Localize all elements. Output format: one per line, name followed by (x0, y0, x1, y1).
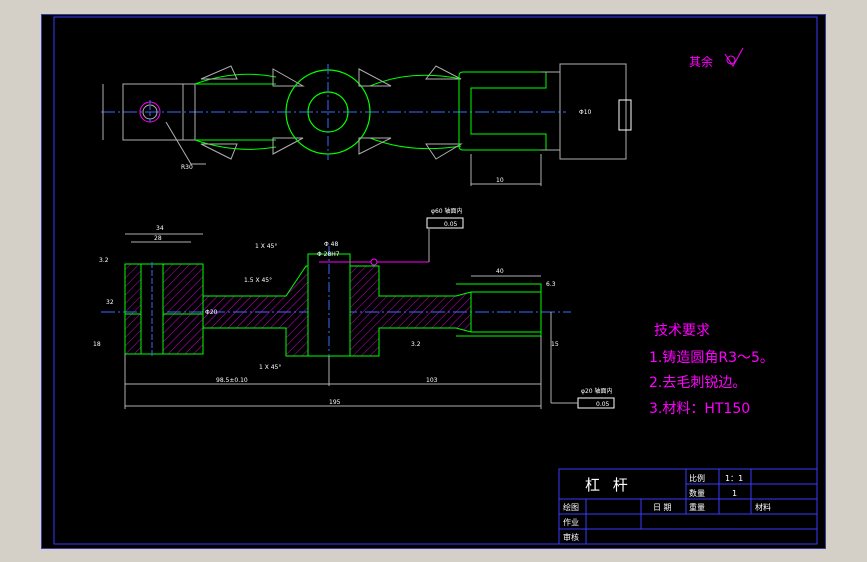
tb-date-label: 日 期 (653, 503, 672, 512)
tb-drawn-label: 绘图 (563, 502, 579, 512)
top-dim-bottom-text: 10 (496, 177, 504, 184)
front-left-block-top (124, 263, 204, 315)
diameter-1-text: Φ 48 (324, 241, 338, 248)
dim-right-text: 40 (496, 268, 504, 275)
roughness-1-text: 3.2 (99, 257, 109, 264)
top-leader-text: R30 (181, 164, 193, 171)
top-view: 10 Φ10 R30 (101, 63, 632, 186)
drawing-sheet: 10 Φ10 R30 其余 34 28 1 X 45° 1.5 X 45° 1 … (41, 14, 826, 549)
tb-material-label: 材料 (755, 502, 771, 512)
top-leader (165, 121, 192, 165)
tech-item-2: 2.去毛刺锐边。 (649, 375, 747, 391)
tol-box-top-text: 0.05 (444, 221, 458, 228)
top-rib-3 (272, 68, 305, 87)
tb-qty-label: 数量 (689, 488, 705, 498)
tb-scale-value: 1：1 (725, 474, 743, 483)
side-right-text: 15 (551, 341, 559, 348)
top-right-label-box (618, 99, 632, 131)
diameter-2-text: Φ 28H7 (317, 251, 340, 258)
len-1-text: 98.5±0.10 (216, 377, 248, 384)
side-left-text: 18 (93, 341, 101, 348)
front-dim-34-text: 34 (156, 225, 164, 232)
drawing-viewport: 10 Φ10 R30 其余 34 28 1 X 45° 1.5 X 45° 1 … (0, 0, 867, 562)
chamfer-2-text: 1.5 X 45° (244, 277, 272, 284)
roughness-2-text: 6.3 (546, 281, 556, 288)
front-left-hole (140, 263, 164, 355)
tb-check-label: 审核 (563, 532, 579, 542)
tech-item-3: 3.材料：HT150 (649, 401, 751, 417)
tech-title: 技术要求 (654, 323, 710, 339)
tb-scale-label: 比例 (689, 473, 705, 483)
height-text: 32 (106, 299, 114, 306)
title-block: 杠 杆 比例 1：1 数量 1 重量 材料 绘图 日 期 作业 审核 (558, 468, 818, 545)
tol-label2-text: φ20 轴面内 (581, 387, 613, 395)
top-rib-5 (358, 68, 392, 87)
roughness-3-text: 3.2 (411, 341, 421, 348)
front-dim-28-text: 28 (154, 235, 162, 242)
top-rib-6 (358, 137, 392, 155)
tb-weight-label: 重量 (689, 502, 705, 512)
tol-label-text: φ60 轴面内 (431, 207, 463, 215)
chamfer-3-text: 1 X 45° (259, 364, 281, 371)
tol-box-bottom-text: 0.05 (596, 401, 610, 408)
chamfer-1-text: 1 X 45° (255, 243, 277, 250)
top-rib-7 (424, 65, 462, 80)
tol-datum-circle (370, 258, 378, 266)
tb-qty-value: 1 (732, 489, 737, 498)
front-left-block-bottom (124, 313, 204, 355)
top-right-fork (458, 71, 547, 151)
top-dim-r-text: Φ10 (579, 109, 592, 116)
front-section-view: 34 28 1 X 45° 1.5 X 45° 1 X 45° Φ 48 Φ 2… (93, 207, 615, 409)
drawing-canvas: 10 Φ10 R30 其余 34 28 1 X 45° 1.5 X 45° 1 … (41, 14, 826, 549)
phi20-text: Φ20 (205, 309, 218, 316)
surface-note: 其余 (689, 54, 713, 69)
len-total-text: 195 (329, 399, 341, 406)
tech-item-1: 1.铸造圆角R3～5。 (649, 350, 774, 366)
top-rib-4 (272, 137, 304, 155)
part-name: 杠 杆 (585, 476, 632, 494)
tb-design-label: 作业 (563, 517, 579, 527)
top-right-box (559, 63, 627, 160)
top-rib-8 (425, 143, 463, 160)
len-2-text: 103 (426, 377, 438, 384)
